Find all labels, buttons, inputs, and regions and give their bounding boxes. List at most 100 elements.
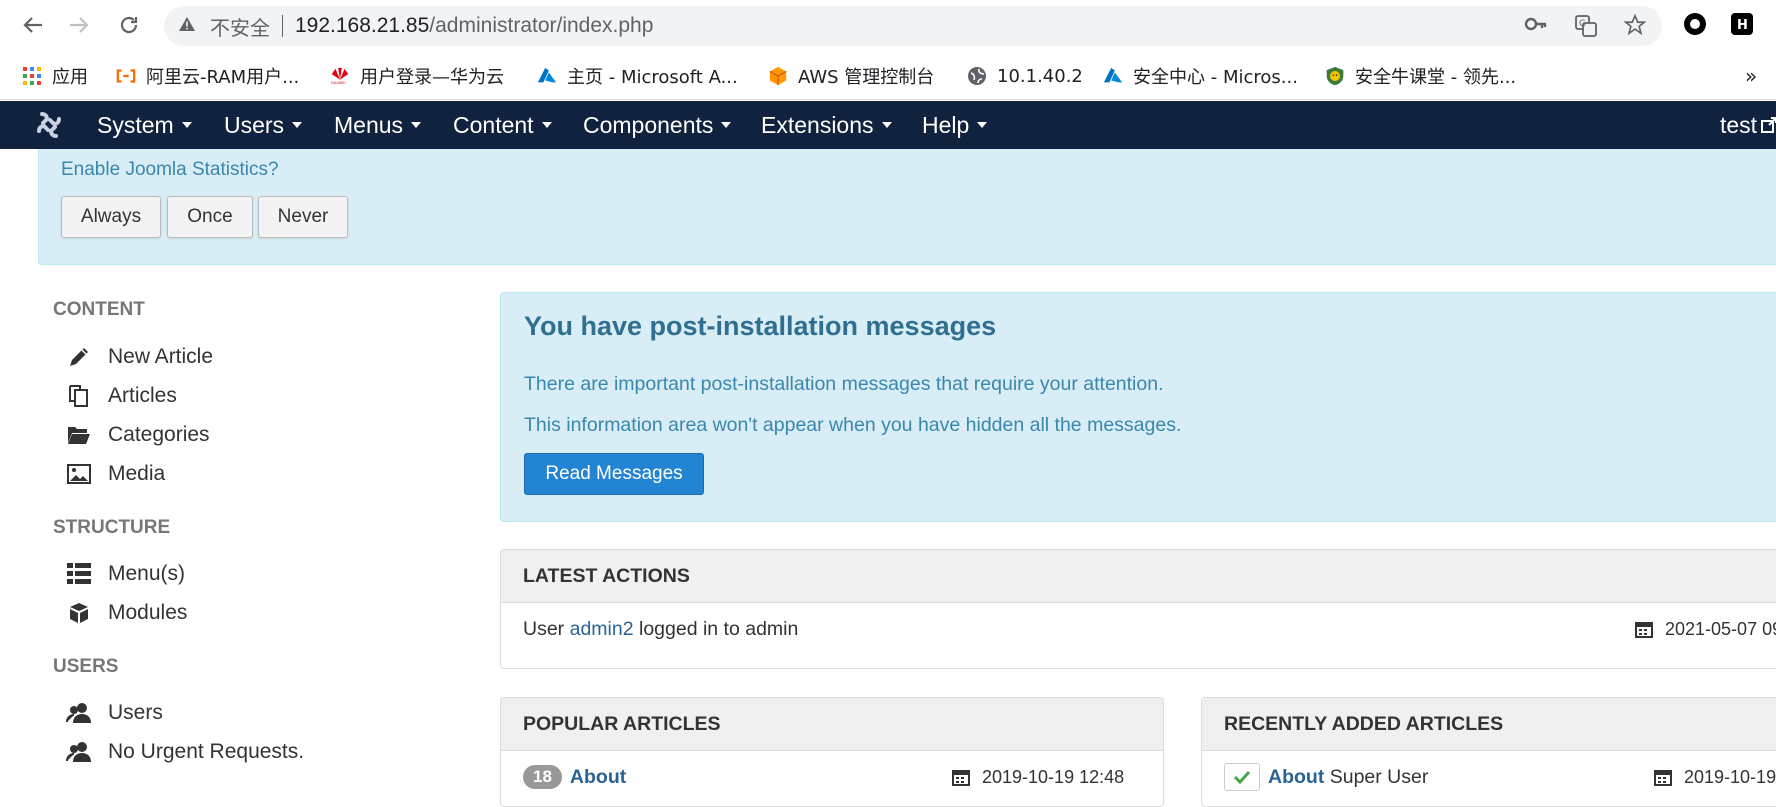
bookmark-huawei[interactable]: HUAWEI 用户登录—华为云 <box>330 64 504 88</box>
address-bar[interactable]: 不安全 192.168.21.85/administrator/index.ph… <box>164 6 1662 46</box>
menu-label: Components <box>583 111 714 138</box>
read-messages-button[interactable]: Read Messages <box>524 453 704 495</box>
bookmark-label: 阿里云-RAM用户... <box>146 67 300 88</box>
once-button[interactable]: Once <box>167 196 253 238</box>
folder-open-icon <box>66 425 92 445</box>
article-link[interactable]: About <box>570 766 626 789</box>
azure-icon <box>537 66 557 86</box>
caret-down-icon <box>977 122 988 128</box>
calendar-icon <box>952 770 970 786</box>
bookmark-label: 安全中心 - Micros... <box>1133 67 1298 88</box>
reload-icon <box>120 16 138 34</box>
menu-help[interactable]: Help <box>922 101 988 149</box>
recent-articles-title: RECENTLY ADDED ARTICLES <box>1202 698 1776 751</box>
menu-label: Extensions <box>761 111 874 138</box>
sidebar-heading-users: USERS <box>53 656 119 677</box>
bookmark-label: AWS 管理控制台 <box>798 67 935 88</box>
extension-h-icon[interactable]: H <box>1730 12 1754 36</box>
sidebar-heading-structure: STRUCTURE <box>53 517 171 538</box>
menu-label: Menus <box>334 111 404 138</box>
sidebar-item-modules[interactable]: Modules <box>66 598 187 628</box>
menu-extensions[interactable]: Extensions <box>761 101 892 149</box>
ext-badge-text: H <box>1737 18 1748 33</box>
sidebar-item-label: Categories <box>108 423 210 446</box>
popular-article-date-text: 2019-10-19 12:48 <box>982 766 1125 787</box>
post-install-line-1: There are important post-installation me… <box>524 373 1164 395</box>
bookmark-aqniu[interactable]: 安全牛课堂 - 领先... <box>1325 64 1516 88</box>
bookmark-label: 安全牛课堂 - 领先... <box>1355 67 1517 88</box>
back-arrow-icon <box>23 17 42 33</box>
divider <box>282 15 283 37</box>
bookmarks-overflow-button[interactable]: » <box>1745 64 1757 88</box>
menu-components[interactable]: Components <box>583 101 732 149</box>
post-install-title: You have post-installation messages <box>524 311 997 341</box>
caret-down-icon <box>541 122 552 128</box>
translate-icon[interactable]: G <box>1574 14 1598 44</box>
sidebar-item-media[interactable]: Media <box>66 459 165 489</box>
bookmark-ip[interactable]: 10.1.40.2 <box>967 64 1083 88</box>
post-install-line-2: This information area won't appear when … <box>524 414 1182 436</box>
aws-icon <box>768 66 788 86</box>
caret-down-icon <box>411 122 422 128</box>
url-text: 192.168.21.85/administrator/index.php <box>295 14 653 38</box>
users-icon <box>66 741 92 763</box>
sidebar-item-label: Menu(s) <box>108 562 186 585</box>
action-suffix: logged in to admin <box>638 617 799 640</box>
star-icon[interactable] <box>1623 13 1647 42</box>
user-menu[interactable]: test <box>1720 101 1776 149</box>
warning-icon <box>178 16 196 37</box>
sidebar-item-new-article[interactable]: New Article <box>66 342 213 372</box>
statistics-alert: Enable Joomla Statistics? Always Once Ne… <box>38 149 1776 265</box>
menu-label: System <box>97 111 174 138</box>
bookmark-apps[interactable]: 应用 <box>22 64 88 88</box>
sidebar-item-label: Users <box>108 701 163 724</box>
bookmark-label: 用户登录—华为云 <box>360 67 504 88</box>
joomla-logo-icon[interactable] <box>34 111 64 139</box>
article-link[interactable]: About <box>1268 766 1324 789</box>
article-author: Super User <box>1329 765 1429 788</box>
aqniu-icon <box>1325 66 1345 86</box>
action-date-text: 2021-05-07 09 <box>1665 618 1776 639</box>
url-path: /administrator/index.php <box>429 14 654 37</box>
menu-menus[interactable]: Menus <box>334 101 422 149</box>
back-button[interactable] <box>18 10 48 40</box>
insecure-label: 不安全 <box>210 15 270 40</box>
bookmark-microsoft-azure[interactable]: 主页 - Microsoft A... <box>537 64 738 88</box>
bookmark-label: 10.1.40.2 <box>997 65 1083 87</box>
sidebar-item-articles[interactable]: Articles <box>66 381 177 411</box>
calendar-icon <box>1654 770 1672 786</box>
forward-arrow-icon <box>70 17 89 33</box>
sidebar-item-menus[interactable]: Menu(s) <box>66 559 185 589</box>
extension-circle-icon[interactable] <box>1683 12 1707 36</box>
caret-down-icon <box>721 122 732 128</box>
menu-users[interactable]: Users <box>224 101 303 149</box>
sidebar-item-users[interactable]: Users <box>66 698 163 728</box>
popular-article-row: 18 About 2019-10-19 12:48 <box>501 751 1163 803</box>
latest-action-row: User admin2 logged in to admin 2021-05-0… <box>501 603 1776 655</box>
key-icon[interactable] <box>1524 14 1548 40</box>
action-user-link[interactable]: admin2 <box>570 618 634 641</box>
sidebar-item-label: New Article <box>108 345 214 368</box>
reload-button[interactable] <box>114 10 144 40</box>
sidebar-item-categories[interactable]: Categories <box>66 420 210 450</box>
never-button[interactable]: Never <box>258 196 348 238</box>
forward-button[interactable] <box>64 10 94 40</box>
sidebar-item-requests[interactable]: No Urgent Requests. <box>66 737 304 767</box>
user-name: test <box>1720 111 1758 138</box>
sidebar-item-label: Media <box>108 462 166 485</box>
recent-article-date-text: 2019-10-19 <box>1684 766 1776 787</box>
menu-content[interactable]: Content <box>453 101 552 149</box>
caret-down-icon <box>292 122 303 128</box>
browser-toolbar: 不安全 192.168.21.85/administrator/index.ph… <box>0 0 1776 50</box>
menu-system[interactable]: System <box>97 101 192 149</box>
menu-label: Help <box>922 111 970 138</box>
always-button[interactable]: Always <box>61 196 161 238</box>
popular-articles-panel: POPULAR ARTICLES 18 About 2019-10-19 12:… <box>500 697 1164 807</box>
action-prefix: User <box>523 617 565 640</box>
bookmark-aliyun[interactable]: 阿里云-RAM用户... <box>116 64 299 88</box>
list-icon <box>66 563 92 585</box>
cube-icon <box>66 601 92 625</box>
bookmark-aws[interactable]: AWS 管理控制台 <box>768 64 934 88</box>
bookmark-security-center[interactable]: 安全中心 - Micros... <box>1103 64 1298 88</box>
menu-label: Content <box>453 111 534 138</box>
